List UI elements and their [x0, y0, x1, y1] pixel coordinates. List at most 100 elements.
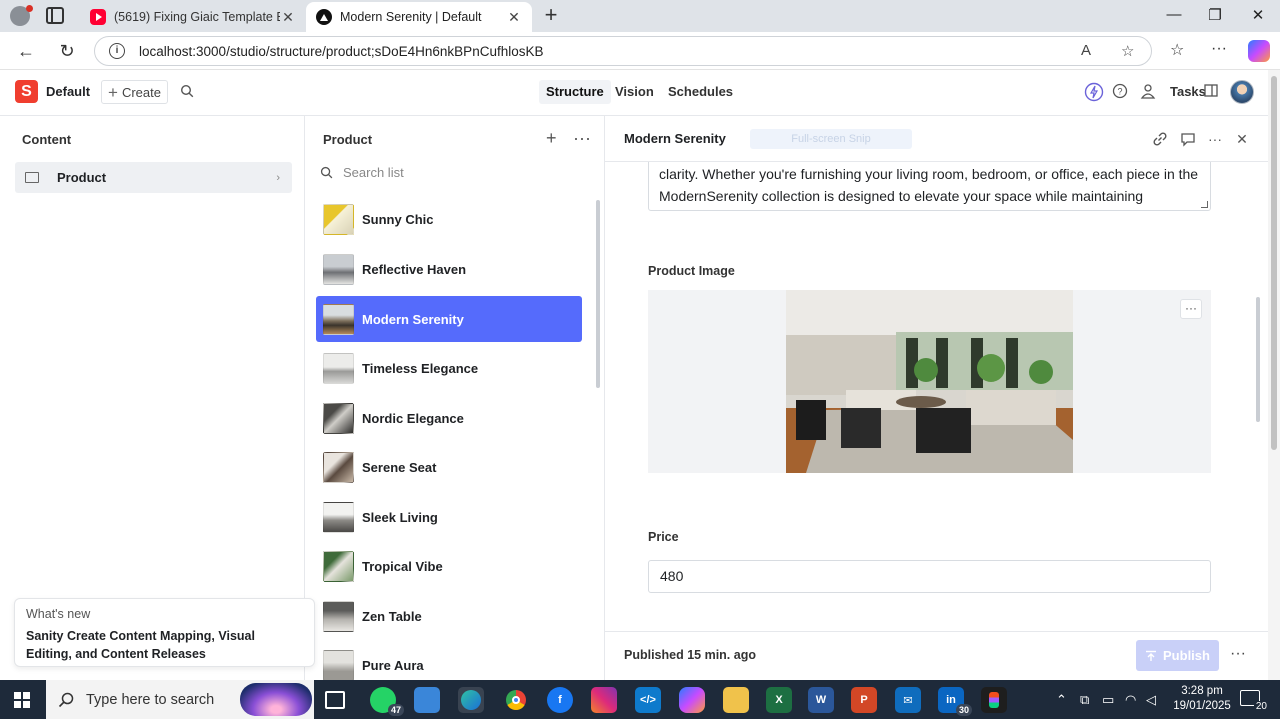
price-label: Price: [648, 530, 679, 544]
excel-icon[interactable]: X: [766, 687, 792, 713]
tray-app-icon[interactable]: ⧉: [1080, 692, 1089, 708]
favorite-star-icon[interactable]: ☆: [1121, 42, 1134, 60]
close-tab-icon[interactable]: ✕: [280, 9, 296, 26]
product-thumbnail: [323, 600, 354, 632]
resize-handle[interactable]: [1201, 201, 1208, 208]
back-icon[interactable]: ←: [14, 39, 38, 63]
list-item[interactable]: Pure Aura: [316, 642, 582, 680]
list-item[interactable]: Timeless Elegance: [316, 345, 582, 391]
product-name: Pure Aura: [362, 657, 424, 673]
browser-tab-youtube[interactable]: (5619) Fixing Giaic Template Erro ✕: [80, 2, 306, 32]
product-name: Modern Serenity: [362, 311, 464, 327]
mail-icon[interactable]: ✉: [895, 687, 921, 713]
facebook-icon[interactable]: f: [547, 687, 573, 713]
tab-schedules[interactable]: Schedules: [661, 80, 740, 104]
search-highlight-image[interactable]: [240, 683, 312, 716]
tab-structure[interactable]: Structure: [539, 80, 611, 104]
add-document-icon[interactable]: +: [546, 129, 557, 147]
favorites-icon[interactable]: ☆: [1170, 40, 1184, 60]
product-name: Zen Table: [362, 608, 422, 624]
whatsapp-icon[interactable]: 47: [370, 687, 404, 716]
description-field[interactable]: clarity. Whether you're furnishing your …: [648, 156, 1211, 211]
volume-icon[interactable]: ◁: [1146, 692, 1156, 708]
link-icon[interactable]: [1152, 131, 1168, 147]
edge-icon[interactable]: [458, 687, 484, 713]
publish-button[interactable]: Publish: [1136, 640, 1219, 671]
panel-toggle-icon[interactable]: [1204, 83, 1224, 103]
task-view-icon[interactable]: [325, 691, 345, 709]
store-icon[interactable]: [414, 687, 440, 713]
create-button[interactable]: + Create: [101, 80, 168, 104]
minimize-icon[interactable]: —: [1154, 6, 1194, 23]
figma-icon[interactable]: [981, 687, 1007, 713]
workspace-name[interactable]: Default: [46, 84, 90, 99]
users-icon[interactable]: [1140, 83, 1160, 103]
list-item[interactable]: Sleek Living: [316, 494, 582, 540]
new-tab-icon[interactable]: +: [540, 4, 562, 26]
windows-start-icon[interactable]: [14, 692, 30, 708]
page-scrollbar-thumb[interactable]: [1271, 76, 1277, 450]
comment-icon[interactable]: [1180, 131, 1196, 147]
browser-tab-studio[interactable]: Modern Serenity | Default ✕: [306, 2, 532, 32]
product-thumbnail: [323, 303, 354, 335]
linkedin-icon[interactable]: in 30: [938, 687, 972, 716]
vscode-icon[interactable]: </>: [635, 687, 661, 713]
lightning-icon[interactable]: [1084, 82, 1104, 102]
read-aloud-icon[interactable]: A: [1081, 42, 1091, 59]
search-icon[interactable]: [180, 84, 194, 98]
profile-icon[interactable]: [10, 5, 33, 26]
content-item-product[interactable]: Product ›: [15, 162, 292, 193]
close-pane-icon[interactable]: ✕: [1234, 131, 1250, 147]
tab-actions-icon[interactable]: [46, 7, 64, 24]
user-avatar[interactable]: [1230, 80, 1254, 104]
info-icon[interactable]: i: [109, 43, 125, 59]
list-item[interactable]: Tropical Vibe: [316, 543, 582, 589]
notification-count: 20: [1253, 701, 1269, 712]
pane-menu-icon[interactable]: ···: [573, 129, 591, 147]
wifi-icon[interactable]: ◠: [1125, 692, 1136, 708]
list-item[interactable]: Sunny Chic: [316, 196, 582, 242]
product-thumbnail: [323, 352, 354, 384]
show-hidden-icons[interactable]: ⌃: [1056, 692, 1067, 708]
word-icon[interactable]: W: [808, 687, 834, 713]
price-input[interactable]: 480: [648, 560, 1211, 593]
studio-logo[interactable]: S: [15, 80, 38, 103]
content-pane: Content Product ›: [0, 116, 305, 680]
list-item[interactable]: Nordic Elegance: [316, 395, 582, 441]
battery-icon[interactable]: ▭: [1102, 692, 1114, 708]
image-menu-icon[interactable]: ···: [1180, 299, 1202, 319]
search-list-field[interactable]: Search list: [320, 165, 404, 180]
close-tab-icon[interactable]: ✕: [506, 9, 522, 26]
whats-new-card[interactable]: What's new Sanity Create Content Mapping…: [14, 598, 315, 667]
list-scrollbar[interactable]: [596, 200, 600, 388]
copilot-icon[interactable]: [1248, 40, 1270, 62]
product-image-field[interactable]: ···: [648, 290, 1211, 473]
close-window-icon[interactable]: ✕: [1238, 6, 1278, 24]
list-item[interactable]: Reflective Haven: [316, 246, 582, 292]
tab-title: (5619) Fixing Giaic Template Erro: [114, 10, 280, 24]
list-item-selected[interactable]: Modern Serenity: [316, 296, 582, 342]
tab-vision[interactable]: Vision: [608, 80, 661, 104]
list-item[interactable]: Zen Table: [316, 593, 582, 639]
document-scrollbar[interactable]: [1256, 297, 1260, 422]
powerpoint-icon[interactable]: P: [851, 687, 877, 713]
maximize-icon[interactable]: ❐: [1195, 6, 1235, 24]
more-menu-icon[interactable]: ···: [1211, 40, 1227, 58]
product-thumbnail: [323, 451, 354, 483]
notification-icon[interactable]: 20: [1240, 690, 1269, 712]
instagram-icon[interactable]: [591, 687, 617, 713]
url-field[interactable]: i localhost:3000/studio/structure/produc…: [94, 36, 1152, 66]
copilot-app-icon[interactable]: [679, 687, 705, 713]
file-explorer-icon[interactable]: [723, 687, 749, 713]
page-scrollbar[interactable]: [1268, 70, 1280, 680]
sanity-favicon-icon: [316, 9, 332, 25]
document-menu-icon[interactable]: ···: [1207, 131, 1223, 147]
tasks-button[interactable]: Tasks: [1170, 84, 1206, 99]
refresh-icon[interactable]: ↻: [55, 39, 79, 63]
chrome-icon[interactable]: [503, 687, 529, 713]
footer-menu-icon[interactable]: ···: [1230, 646, 1246, 662]
taskbar-clock[interactable]: 3:28 pm 19/01/2025: [1170, 684, 1234, 714]
help-icon[interactable]: ?: [1112, 83, 1132, 103]
list-item[interactable]: Serene Seat: [316, 444, 582, 490]
clock-date: 19/01/2025: [1173, 700, 1231, 712]
